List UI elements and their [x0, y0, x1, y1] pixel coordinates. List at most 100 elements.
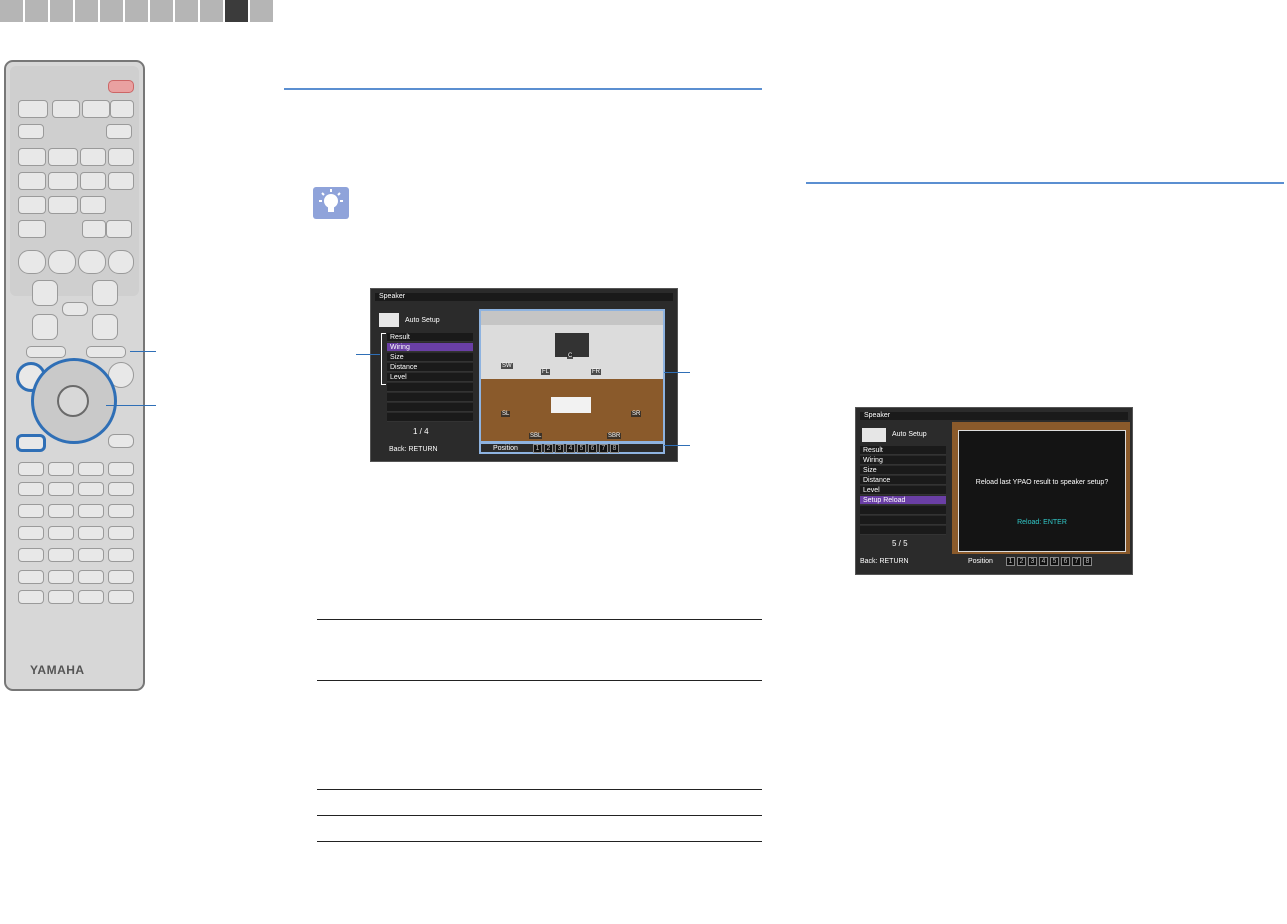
- position-number: 6: [588, 444, 597, 453]
- speaker-label: FR: [591, 369, 601, 375]
- screen-title: Speaker: [860, 412, 1128, 420]
- dialog-backdrop: Reload last YPAO result to speaker setup…: [952, 422, 1130, 554]
- remote-control: YAMAHA: [4, 60, 145, 691]
- remote-key: [48, 504, 74, 518]
- position-bar: Position 12345678: [479, 442, 665, 454]
- volume-up-key: [92, 280, 118, 306]
- speaker-label: SW: [501, 363, 513, 369]
- remote-key: [106, 220, 132, 238]
- remote-key: [48, 148, 78, 166]
- remote-key: [80, 172, 106, 190]
- remote-key: [48, 590, 74, 604]
- reload-dialog: Reload last YPAO result to speaker setup…: [958, 430, 1126, 552]
- remote-key: [86, 346, 126, 358]
- menu-bracket: [381, 333, 386, 385]
- remote-key: [48, 462, 74, 476]
- screen-title: Speaker: [375, 293, 673, 301]
- dialog-action: Reload: ENTER: [1017, 519, 1067, 526]
- position-number: 4: [566, 444, 575, 453]
- callout-line: [664, 445, 690, 446]
- menu-item: Distance: [860, 476, 946, 485]
- remote-key: [48, 570, 74, 584]
- speaker-label: SBR: [607, 433, 622, 439]
- page-tab: [200, 0, 223, 22]
- menu-item: [860, 506, 946, 515]
- remote-key: [62, 302, 88, 316]
- position-number: 1: [533, 444, 542, 453]
- back-hint: Back: RETURN: [389, 446, 438, 453]
- remote-key: [82, 100, 110, 118]
- auto-setup-icon: [862, 428, 886, 442]
- remote-key: [78, 590, 104, 604]
- position-number: 1: [1006, 557, 1015, 566]
- menu-item: Level: [387, 373, 473, 382]
- menu-item: Distance: [387, 363, 473, 372]
- remote-key: [48, 250, 76, 274]
- power-button: [108, 80, 134, 93]
- screen-menu: Result Wiring Size Distance Level Setup Reloa…: [860, 446, 950, 546]
- remote-key: [48, 196, 78, 214]
- remote-key: [78, 462, 104, 476]
- remote-key: [18, 172, 46, 190]
- menu-item: Size: [387, 353, 473, 362]
- setup-reload-screen: Speaker Auto Setup Result Wiring Size Dista…: [855, 407, 1133, 575]
- remote-key: [108, 482, 134, 496]
- page-tab: [175, 0, 198, 22]
- position-number: 6: [1061, 557, 1070, 566]
- menu-item: Wiring: [860, 456, 946, 465]
- speaker-diagram: C SW FL FR SL SR SBL SBR: [479, 309, 665, 443]
- auto-setup-label: Auto Setup: [405, 317, 440, 324]
- position-number: 5: [577, 444, 586, 453]
- remote-key: [18, 482, 44, 496]
- menu-item: [387, 403, 473, 412]
- remote-key: [78, 526, 104, 540]
- remote-key: [18, 250, 46, 274]
- remote-key: [18, 148, 46, 166]
- menu-item: Level: [860, 486, 946, 495]
- remote-key: [80, 196, 106, 214]
- remote-key: [108, 462, 134, 476]
- position-number: 2: [544, 444, 553, 453]
- position-bar: Position 12345678: [952, 556, 1130, 568]
- auto-setup-icon: [379, 313, 399, 327]
- room-ceiling: [481, 311, 663, 325]
- position-number: 3: [1028, 557, 1037, 566]
- table-rule: [317, 815, 762, 816]
- remote-key: [108, 504, 134, 518]
- menu-item: [387, 383, 473, 392]
- page-indicator: 1 / 4: [413, 427, 429, 436]
- position-number: 5: [1050, 557, 1059, 566]
- position-number: 7: [599, 444, 608, 453]
- page-tab: [0, 0, 23, 22]
- remote-key: [18, 462, 44, 476]
- page-tab: [25, 0, 48, 22]
- volume-down-key: [92, 314, 118, 340]
- remote-key: [108, 172, 134, 190]
- remote-key: [18, 570, 44, 584]
- auto-setup-label: Auto Setup: [892, 431, 927, 438]
- page-indicator: 5 / 5: [892, 539, 908, 548]
- menu-item: Setup Reload: [860, 496, 946, 505]
- position-number: 8: [1083, 557, 1092, 566]
- menu-item: [387, 393, 473, 402]
- position-number: 4: [1039, 557, 1048, 566]
- screen-menu: Result Wiring Size Distance Level: [387, 333, 477, 433]
- remote-key: [110, 100, 134, 118]
- page-tab: [50, 0, 73, 22]
- remote-key: [108, 250, 134, 274]
- back-hint: Back: RETURN: [860, 558, 909, 565]
- position-number: 7: [1072, 557, 1081, 566]
- position-label: Position: [968, 558, 993, 565]
- speaker-label: SL: [501, 411, 511, 417]
- remote-key: [26, 346, 66, 358]
- menu-item: [860, 516, 946, 525]
- callout-line: [664, 372, 690, 373]
- remote-key: [18, 526, 44, 540]
- remote-key: [108, 548, 134, 562]
- table-rule: [317, 789, 762, 790]
- speaker-label: FL: [541, 369, 551, 375]
- menu-item: Wiring: [387, 343, 473, 352]
- speaker-result-screen: Speaker Auto Setup Result Wiring Size Dista…: [370, 288, 678, 462]
- remote-key: [18, 220, 46, 238]
- remote-key: [18, 124, 44, 139]
